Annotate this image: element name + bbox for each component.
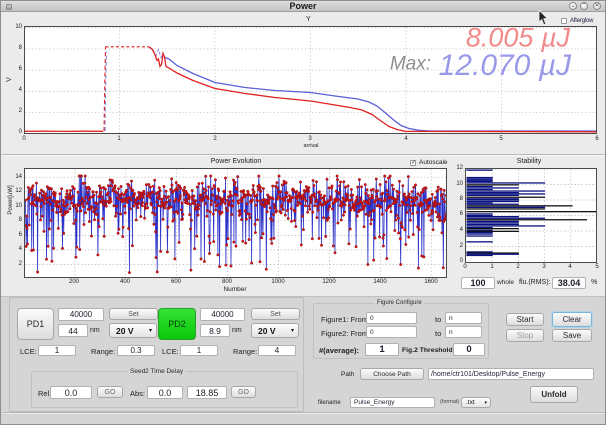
- svg-text:Max:: Max:: [390, 54, 431, 75]
- svg-text:12.070 µJ: 12.070 µJ: [439, 49, 572, 82]
